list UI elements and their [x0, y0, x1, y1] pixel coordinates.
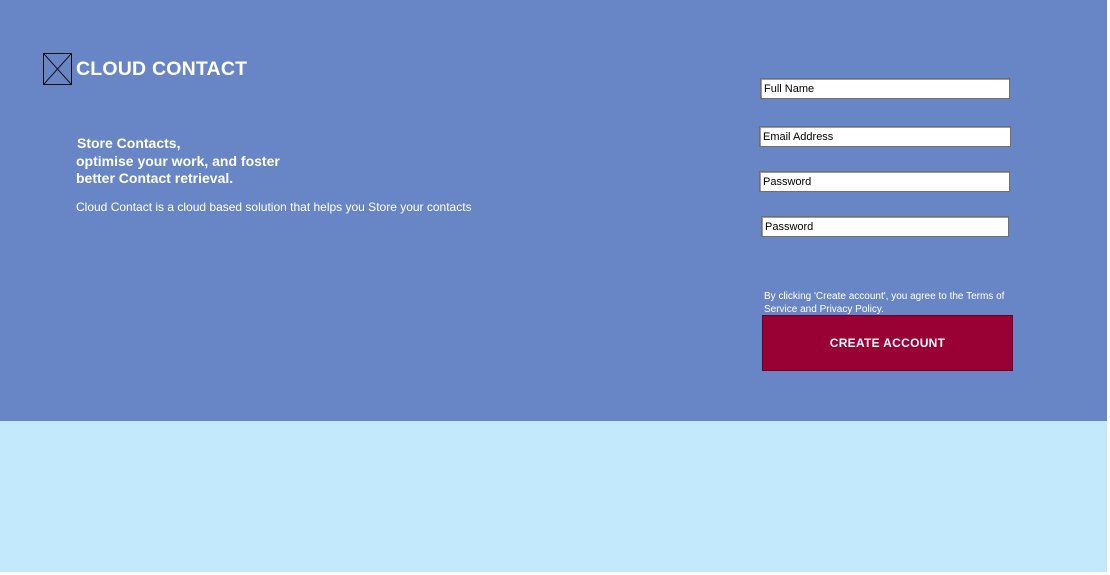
- hero-tagline: Store Contacts, optimise your work, and …: [76, 135, 280, 188]
- create-account-button[interactable]: CREATE ACCOUNT: [762, 315, 1013, 371]
- tagline-line: Store Contacts,: [77, 135, 181, 151]
- email-address-input[interactable]: [759, 126, 1011, 147]
- full-name-input[interactable]: [760, 78, 1010, 99]
- hero-section: CLOUD CONTACT Store Contacts, optimise y…: [0, 0, 1107, 421]
- confirm-password-input[interactable]: [761, 216, 1009, 237]
- tagline-line: optimise your work, and foster: [76, 152, 280, 169]
- terms-notice: By clicking 'Create account', you agree …: [764, 291, 1005, 315]
- brand-title: CLOUD CONTACT: [76, 58, 248, 80]
- tagline-line: better Contact retrieval.: [76, 170, 234, 186]
- hero-description: Cloud Contact is a cloud based solution …: [76, 200, 472, 214]
- password-input[interactable]: [759, 171, 1010, 192]
- footer-band: [0, 421, 1107, 572]
- broken-image-icon: [43, 53, 72, 85]
